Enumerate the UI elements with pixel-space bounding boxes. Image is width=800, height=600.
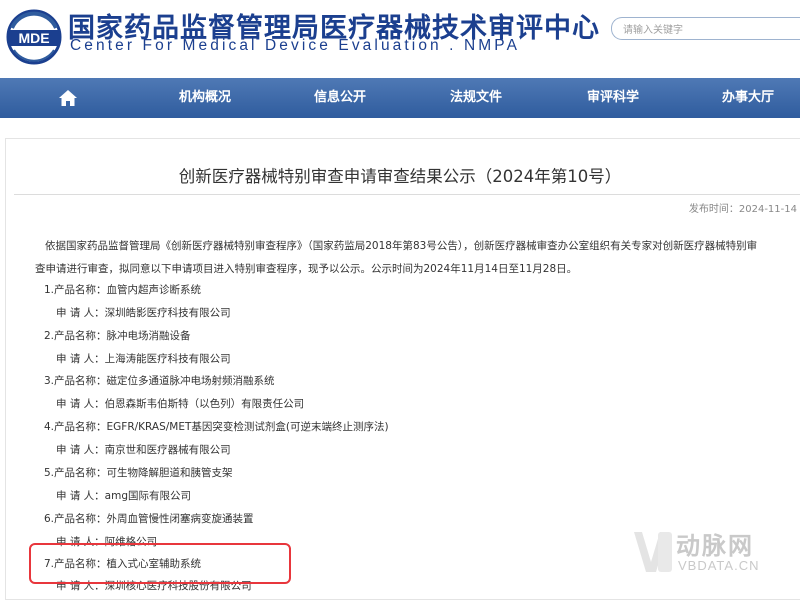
mde-logo[interactable]: MDE (6, 8, 62, 66)
svg-text:MDE: MDE (18, 30, 49, 46)
watermark-brand: 动脉网 (676, 532, 754, 560)
nav-item-science[interactable]: 审评科学 (587, 78, 639, 118)
applicant-3: 申 请 人：伯恩森斯韦伯斯特（以色列）有限责任公司 (56, 398, 305, 410)
applicant-5: 申 请 人：amg国际有限公司 (56, 490, 192, 502)
applicant-1: 申 请 人：深圳皓影医疗科技有限公司 (56, 307, 231, 319)
title-divider (14, 194, 800, 195)
site-header: MDE 国家药品监督管理局医疗器械技术审评中心 Center For Medic… (0, 0, 800, 76)
applicant-2: 申 请 人：上海涛能医疗科技有限公司 (56, 353, 231, 365)
nav-item-services[interactable]: 办事大厅 (722, 78, 774, 118)
site-title-en: Center For Medical Device Evaluation . N… (70, 37, 521, 54)
publish-date: 发布时间：2024-11-14 (688, 204, 797, 215)
article-title: 创新医疗器械特别审查申请审查结果公示（2024年第10号） (178, 167, 622, 186)
intro-paragraph: 依据国家药品监督管理局《创新医疗器械特别审查程序》（国家药监局2018年第83号… (35, 235, 799, 281)
nav-item-about[interactable]: 机构概况 (179, 78, 231, 118)
main-nav: 机构概况 信息公开 法规文件 审评科学 办事大厅 (0, 78, 800, 118)
search-box[interactable] (611, 17, 800, 41)
product-name-3: 3.产品名称：磁定位多通道脉冲电场射频消融系统 (44, 375, 275, 387)
product-name-6: 6.产品名称：外周血管慢性闭塞病变旋通装置 (44, 513, 254, 525)
product-name-2: 2.产品名称：脉冲电场消融设备 (44, 330, 191, 342)
watermark-domain: VBDATA.CN (678, 558, 760, 573)
intro-line-1: 依据国家药品监督管理局《创新医疗器械特别审查程序》（国家药监局2018年第83号… (45, 240, 758, 252)
intro-line-2: 查申请进行审查，拟同意以下申请项目进入特别审查程序，现予以公示。公示时间为202… (35, 263, 578, 275)
search-input[interactable] (612, 20, 793, 41)
highlight-box (29, 543, 291, 584)
nav-item-info[interactable]: 信息公开 (314, 78, 366, 118)
product-name-1: 1.产品名称：血管内超声诊断系统 (44, 284, 202, 296)
applicant-4: 申 请 人：南京世和医疗器械有限公司 (56, 444, 231, 456)
nav-item-regulations[interactable]: 法规文件 (450, 78, 502, 118)
product-name-5: 5.产品名称：可生物降解胆道和胰管支架 (44, 467, 233, 479)
product-name-4: 4.产品名称：EGFR/KRAS/MET基因突变检测试剂盒(可逆末端终止测序法) (44, 421, 389, 433)
home-icon[interactable] (58, 88, 78, 108)
